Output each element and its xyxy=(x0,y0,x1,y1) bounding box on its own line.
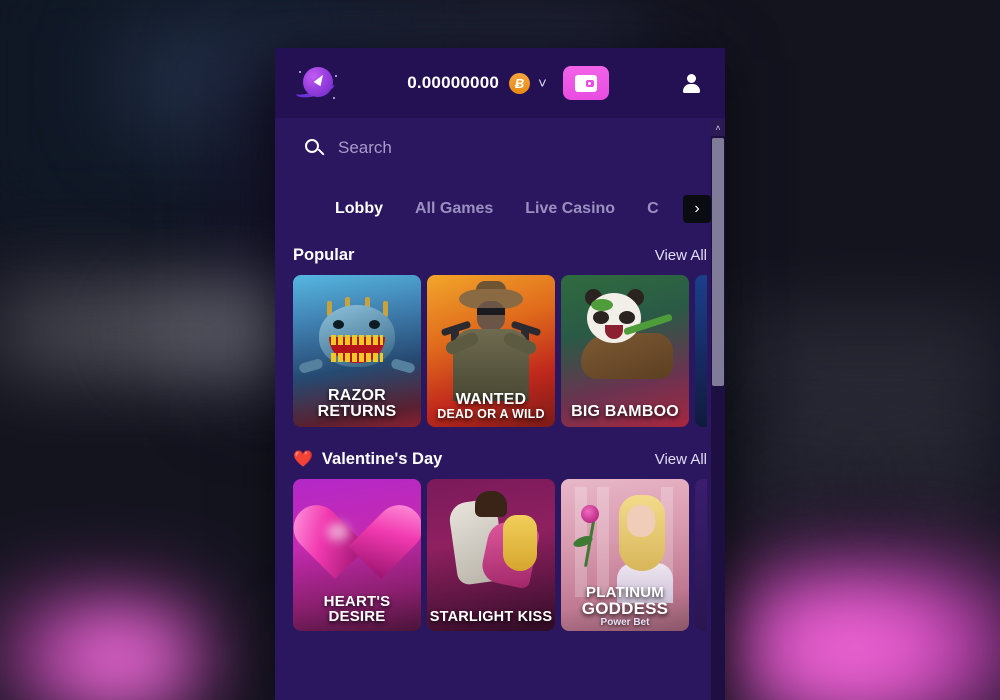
game-card[interactable]: WANTED DEAD OR A WILD xyxy=(427,275,555,427)
game-title-line2: DEAD OR A WILD xyxy=(437,406,545,421)
tab-casino-partial[interactable]: C xyxy=(647,200,659,218)
game-title-line1: HEART'S DESIRE xyxy=(323,593,391,625)
app-header: 0.00000000 Ƀ ˅ xyxy=(275,48,725,118)
heart-icon: ❤️ xyxy=(293,451,313,468)
casino-modal: 0.00000000 Ƀ ˅ Lobby All Games Live Casi… xyxy=(275,48,725,700)
game-card-row: RAZOR RETURNS WANTED DEAD OR A WILD BIG … xyxy=(293,275,707,427)
section-title-text: Valentine's Day xyxy=(321,449,443,468)
spark xyxy=(333,97,335,99)
search-input[interactable] xyxy=(338,138,695,158)
planet-rocket-logo-icon[interactable] xyxy=(293,61,341,105)
game-title-line2: RETURNS xyxy=(317,403,397,420)
game-artwork xyxy=(695,479,707,631)
spark xyxy=(335,75,337,77)
game-card-subtitle: Power Bet xyxy=(600,617,650,628)
profile-button[interactable] xyxy=(675,67,707,99)
bg-shape xyxy=(735,470,855,504)
game-card-partial[interactable] xyxy=(695,275,707,427)
game-card[interactable]: STARLIGHT KISS xyxy=(427,479,555,631)
chevron-down-icon[interactable]: ˅ xyxy=(538,75,547,92)
bitcoin-icon[interactable]: Ƀ xyxy=(509,72,531,94)
game-card[interactable]: BIG BAMBOO xyxy=(561,275,689,427)
search-icon xyxy=(305,138,325,158)
game-card-title: STARLIGHT KISS xyxy=(427,608,555,625)
bg-shape xyxy=(740,330,1000,370)
tabs-next-button[interactable]: › xyxy=(683,195,711,223)
game-title-line1: STARLIGHT KISS xyxy=(429,608,553,625)
game-card-title: PLATINUM GODDESS xyxy=(561,585,689,617)
tab-lobby[interactable]: Lobby xyxy=(335,200,383,218)
section-valentines: ❤️ Valentine's Day View All HEART'S DESI… xyxy=(275,443,725,631)
game-card-title: RAZOR RETURNS xyxy=(293,388,421,420)
search-bar[interactable] xyxy=(275,118,725,178)
bg-shape xyxy=(880,470,990,504)
game-title-line2: GODDESS xyxy=(581,599,669,618)
game-card-row: HEART'S DESIRE STARLIGHT KISS PLATINUM G… xyxy=(293,479,707,631)
balance-area[interactable]: 0.00000000 Ƀ ˅ xyxy=(341,66,675,100)
game-card-partial[interactable] xyxy=(695,479,707,631)
scrollbar-thumb[interactable] xyxy=(712,138,724,386)
scroll-up-arrow-icon[interactable]: ˄ xyxy=(711,120,725,136)
game-artwork xyxy=(695,275,707,427)
tab-all-games[interactable]: All Games xyxy=(415,200,493,218)
game-card-title: HEART'S DESIRE xyxy=(293,594,421,624)
section-header: ❤️ Valentine's Day View All xyxy=(293,443,707,479)
bg-glow-pink xyxy=(760,600,940,700)
game-card[interactable]: PLATINUM GODDESS Power Bet xyxy=(561,479,689,631)
tab-live-casino[interactable]: Live Casino xyxy=(525,200,615,218)
section-header: Popular View All xyxy=(293,240,707,275)
category-tabs: Lobby All Games Live Casino C › xyxy=(275,178,725,240)
view-all-valentines[interactable]: View All xyxy=(655,451,707,468)
bg-shape xyxy=(760,410,990,448)
game-title-line1: RAZOR xyxy=(328,387,386,404)
section-popular: Popular View All RAZOR RETURNS WANTED DE… xyxy=(275,240,725,427)
game-title-line1: WANTED xyxy=(455,390,527,408)
game-title-line1: BIG BAMBOO xyxy=(571,403,679,420)
wallet-button[interactable] xyxy=(562,66,609,100)
section-title: ❤️ Valentine's Day xyxy=(293,449,442,469)
view-all-popular[interactable]: View All xyxy=(655,247,707,264)
balance-amount: 0.00000000 xyxy=(407,73,500,92)
wallet-icon xyxy=(574,74,597,92)
section-title: Popular xyxy=(293,246,354,265)
game-card-title: BIG BAMBOO xyxy=(561,404,689,420)
game-card[interactable]: RAZOR RETURNS xyxy=(293,275,421,427)
spark xyxy=(299,71,301,73)
person-icon xyxy=(682,74,700,93)
bg-glow-pink xyxy=(60,625,180,695)
game-card-title: WANTED DEAD OR A WILD xyxy=(427,390,555,421)
game-card[interactable]: HEART'S DESIRE xyxy=(293,479,421,631)
section-title-text: Popular xyxy=(293,246,355,264)
